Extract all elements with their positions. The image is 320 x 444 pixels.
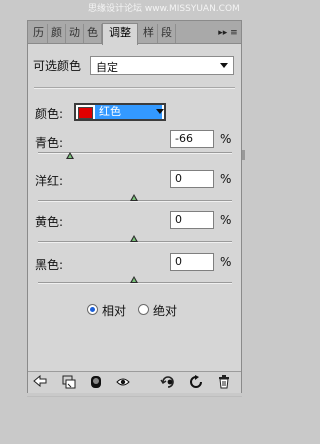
panel-scrollbar[interactable] — [242, 150, 245, 160]
adjustments-panel: 历 颜 动 色 调整 样 段 ▸▸ ≡ 可选颜色 自定 颜色: 红色 青色: -… — [27, 20, 242, 393]
black-unit: % — [220, 255, 232, 269]
tab-adjustments[interactable]: 调整 — [102, 23, 138, 45]
cyan-label: 青色: — [35, 136, 64, 150]
tab-history[interactable]: 历 — [30, 24, 48, 43]
yellow-input[interactable]: 0 — [170, 211, 214, 229]
colors-select[interactable]: 红色 — [74, 103, 166, 121]
yellow-label: 黄色: — [35, 215, 64, 229]
divider — [34, 87, 235, 89]
panel-tab-bar: 历 颜 动 色 调整 样 段 ▸▸ ≡ — [28, 21, 241, 45]
view-previous-icon[interactable] — [160, 375, 176, 391]
relative-radio[interactable] — [87, 304, 98, 315]
panel-bottom-toolbar — [28, 371, 241, 393]
watermark-text: 思缘设计论坛 www.MISSYUAN.COM — [88, 4, 240, 14]
preset-value: 自定 — [96, 61, 118, 74]
tab-actions[interactable]: 动 — [66, 24, 84, 43]
chevron-down-icon[interactable] — [156, 109, 164, 114]
tab-paragraph[interactable]: 段 — [158, 24, 176, 43]
tab-swatches[interactable]: 色 — [84, 24, 102, 43]
black-slider-thumb[interactable] — [130, 276, 138, 283]
eye-icon[interactable] — [115, 375, 131, 391]
colors-selected-value: 红色 — [95, 105, 162, 119]
relative-label[interactable]: 相对 — [102, 302, 126, 319]
absolute-radio[interactable] — [138, 304, 149, 315]
cyan-input[interactable]: -66 — [170, 130, 214, 148]
chevron-down-icon — [220, 63, 228, 68]
magenta-label: 洋红: — [35, 174, 64, 188]
color-swatch — [78, 107, 93, 119]
preset-select[interactable]: 自定 — [90, 56, 234, 75]
tab-color[interactable]: 颜 — [48, 24, 66, 43]
black-input[interactable]: 0 — [170, 253, 214, 271]
magenta-input[interactable]: 0 — [170, 170, 214, 188]
back-arrow-icon[interactable] — [32, 374, 48, 391]
cyan-unit: % — [220, 132, 232, 146]
preset-label: 可选颜色 — [33, 59, 82, 73]
tab-styles[interactable]: 样 — [140, 24, 158, 43]
divider — [27, 396, 242, 397]
yellow-unit: % — [220, 213, 232, 227]
yellow-slider-thumb[interactable] — [130, 235, 138, 242]
trash-icon[interactable] — [216, 375, 232, 391]
clip-layer-icon[interactable] — [61, 375, 77, 391]
black-label: 黑色: — [35, 258, 64, 272]
colors-label: 颜色: — [35, 107, 64, 121]
reset-icon[interactable] — [188, 375, 204, 391]
magenta-slider-thumb[interactable] — [130, 194, 138, 201]
panel-menu-button[interactable]: ▸▸ ≡ — [217, 25, 239, 41]
magenta-unit: % — [220, 172, 232, 186]
cyan-slider-thumb[interactable] — [66, 152, 74, 159]
absolute-label[interactable]: 绝对 — [153, 302, 177, 319]
mask-visibility-icon[interactable] — [88, 375, 104, 391]
